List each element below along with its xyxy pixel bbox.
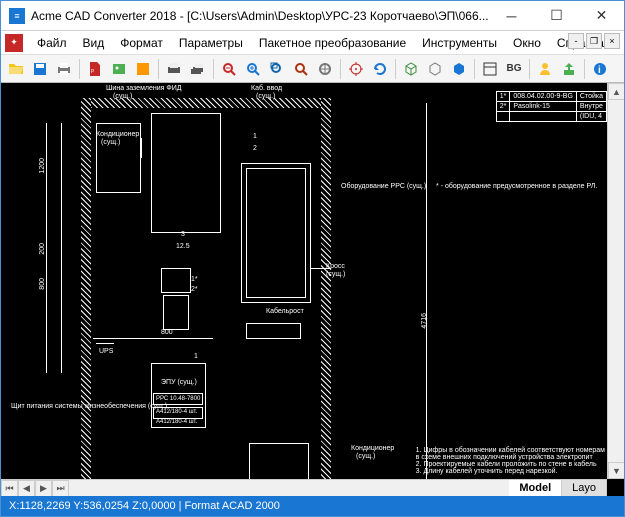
close-button[interactable]: ✕	[579, 1, 624, 30]
scroll-right-icon[interactable]: ▶	[35, 480, 52, 497]
menu-batch[interactable]: Пакетное преобразование	[251, 33, 414, 53]
menu-format[interactable]: Формат	[112, 33, 171, 53]
toolbar-separator	[529, 59, 530, 79]
canvas-area[interactable]: Шина заземления ФИД (сущ.) Каб. ввод (су…	[1, 83, 624, 496]
vertical-scrollbar[interactable]: ▲ ▼	[607, 83, 624, 479]
open-icon[interactable]	[5, 58, 27, 80]
toolbar-separator	[474, 59, 475, 79]
mdi-restore-button[interactable]: ❐	[586, 33, 602, 49]
minimize-button[interactable]: ─	[489, 1, 534, 30]
toolbar-separator	[340, 59, 341, 79]
mdi-close-button[interactable]: ×	[604, 33, 620, 49]
mdi-minimize-button[interactable]: -	[568, 33, 584, 49]
layout-tabs: Model Layo	[509, 479, 607, 496]
toolbar-separator	[158, 59, 159, 79]
target-icon[interactable]	[345, 58, 367, 80]
print-icon[interactable]	[53, 58, 75, 80]
toolbar-separator	[584, 59, 585, 79]
info-icon[interactable]: i	[589, 58, 611, 80]
zoom-out-icon[interactable]	[218, 58, 240, 80]
menu-view[interactable]: Вид	[75, 33, 113, 53]
export-image-icon[interactable]	[108, 58, 130, 80]
scroll-up-icon[interactable]: ▲	[608, 83, 624, 100]
save-icon[interactable]	[29, 58, 51, 80]
scroll-first-icon[interactable]: ⏮	[1, 480, 18, 497]
zoom-all-icon[interactable]	[314, 58, 336, 80]
statusbar: X:1128,2269 Y:536,0254 Z:0,0000 | Format…	[1, 496, 624, 516]
app-logo-icon: ✦	[5, 34, 23, 52]
refresh-icon[interactable]	[369, 58, 391, 80]
print2-icon[interactable]	[163, 58, 185, 80]
3d-wire-icon[interactable]	[424, 58, 446, 80]
scroll-last-icon[interactable]: ⏭	[52, 480, 69, 497]
scroll-down-icon[interactable]: ▼	[608, 462, 624, 479]
3d-icon[interactable]	[400, 58, 422, 80]
menu-params[interactable]: Параметры	[171, 33, 251, 53]
export-cad-icon[interactable]	[132, 58, 154, 80]
3d-solid-icon[interactable]	[448, 58, 470, 80]
bg-toggle[interactable]: BG	[503, 58, 525, 80]
svg-text:i: i	[598, 65, 601, 76]
zoom-in-icon[interactable]	[242, 58, 264, 80]
menu-file[interactable]: Файл	[29, 33, 75, 53]
upload-icon[interactable]	[558, 58, 580, 80]
scroll-left-icon[interactable]: ◀	[18, 480, 35, 497]
tab-layout[interactable]: Layo	[562, 480, 607, 496]
zoom-extents-icon[interactable]	[290, 58, 312, 80]
user-icon[interactable]	[534, 58, 556, 80]
maximize-button[interactable]: ☐	[534, 1, 579, 30]
toolbar-separator	[213, 59, 214, 79]
app-icon: ≡	[9, 8, 25, 24]
window-title: Acme CAD Converter 2018 - [C:\Users\Admi…	[31, 9, 489, 23]
zoom-window-icon[interactable]	[266, 58, 288, 80]
print-multi-icon[interactable]	[187, 58, 209, 80]
toolbar: P BG i	[1, 55, 624, 83]
tab-model[interactable]: Model	[509, 480, 562, 496]
export-pdf-icon[interactable]: P	[84, 58, 106, 80]
cad-drawing: Шина заземления ФИД (сущ.) Каб. ввод (су…	[1, 83, 607, 479]
layers-icon[interactable]	[479, 58, 501, 80]
toolbar-separator	[79, 59, 80, 79]
titlebar: ≡ Acme CAD Converter 2018 - [C:\Users\Ad…	[1, 1, 624, 31]
status-text: X:1128,2269 Y:536,0254 Z:0,0000 | Format…	[9, 500, 280, 512]
menu-tools[interactable]: Инструменты	[414, 33, 505, 53]
menu-window[interactable]: Окно	[505, 33, 549, 53]
menubar: ✦ Файл Вид Формат Параметры Пакетное пре…	[1, 31, 624, 55]
toolbar-separator	[395, 59, 396, 79]
